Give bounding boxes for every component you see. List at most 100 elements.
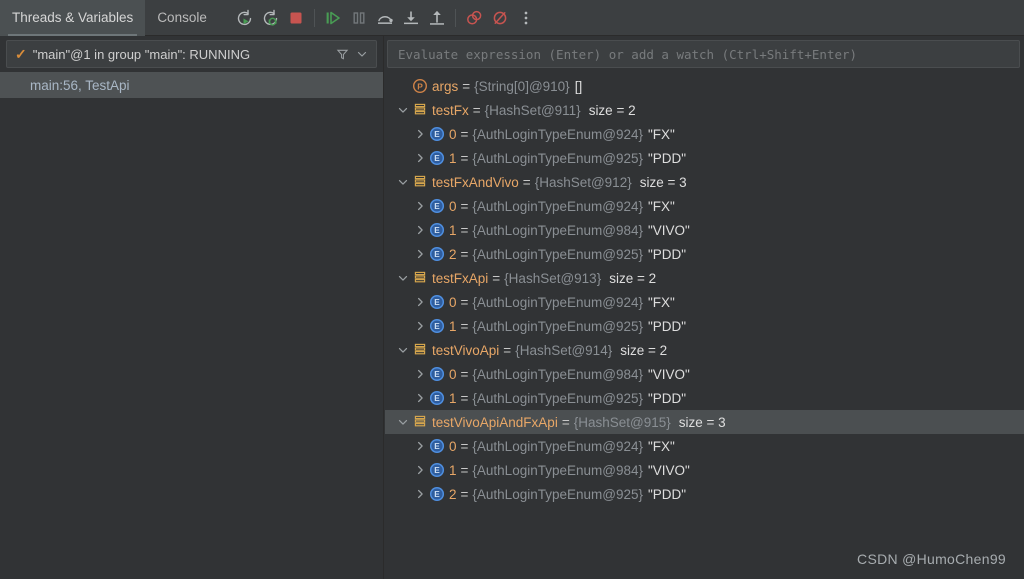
chevron-right-icon[interactable] [412,242,428,266]
enum-icon: E [428,242,446,266]
variable-row[interactable]: E 1 = {AuthLoginTypeEnum@984} "VIVO" [385,458,1024,482]
variable-type: {AuthLoginTypeEnum@984} [472,462,643,478]
chevron-right-icon[interactable] [412,194,428,218]
variable-value: "FX" [648,198,675,214]
step-into-icon[interactable] [398,5,424,31]
chevron-down-icon[interactable] [395,410,411,434]
variable-row[interactable]: testVivoApi = {HashSet@914} size = 2 [385,338,1024,362]
variable-name: 1 [449,390,457,406]
equals-sign: = [460,366,469,382]
parameter-icon: P [411,74,429,98]
variable-type: {AuthLoginTypeEnum@924} [472,294,643,310]
variable-row[interactable]: E 2 = {AuthLoginTypeEnum@925} "PDD" [385,482,1024,506]
variable-text: 0 = {AuthLoginTypeEnum@924} "FX" [449,127,675,142]
variable-row[interactable]: E 0 = {AuthLoginTypeEnum@984} "VIVO" [385,362,1024,386]
enum-icon: E [428,362,446,386]
stack-frames-list[interactable]: main:56, TestApi [0,72,383,98]
variable-name: testFxAndVivo [432,174,519,190]
watermark: CSDN @HumoChen99 [857,551,1006,567]
variable-row[interactable]: E 0 = {AuthLoginTypeEnum@924} "FX" [385,290,1024,314]
stop-icon[interactable] [283,5,309,31]
tab-console[interactable]: Console [145,0,219,36]
variable-row[interactable]: E 0 = {AuthLoginTypeEnum@924} "FX" [385,434,1024,458]
resume-program-icon[interactable] [320,5,346,31]
chevron-right-icon[interactable] [412,434,428,458]
evaluate-expression-field[interactable]: Evaluate expression (Enter) or add a wat… [387,40,1020,68]
chevron-right-icon[interactable] [412,386,428,410]
more-options-icon[interactable] [513,5,539,31]
variable-row[interactable]: testFx = {HashSet@911} size = 2 [385,98,1024,122]
chevron-right-icon[interactable] [412,482,428,506]
variable-type: {AuthLoginTypeEnum@925} [472,486,643,502]
variable-row[interactable]: E 0 = {AuthLoginTypeEnum@924} "FX" [385,194,1024,218]
chevron-right-icon[interactable] [412,458,428,482]
variables-tree[interactable]: Pargs = {String[0]@910}[] testFx = {HashSet@9… [385,74,1024,506]
equals-sign: = [522,174,531,190]
svg-text:E: E [434,202,440,211]
variable-row[interactable]: E 1 = {AuthLoginTypeEnum@925} "PDD" [385,386,1024,410]
equals-sign: = [460,486,469,502]
rerun-debug-icon[interactable] [257,5,283,31]
variable-text: 0 = {AuthLoginTypeEnum@924} "FX" [449,439,675,454]
variable-text: 1 = {AuthLoginTypeEnum@984} "VIVO" [449,223,690,238]
chevron-right-icon[interactable] [412,122,428,146]
variable-row[interactable]: Pargs = {String[0]@910}[] [385,74,1024,98]
stack-frame-row[interactable]: main:56, TestApi [0,72,383,98]
chevron-down-icon[interactable] [395,338,411,362]
equals-sign: = [460,318,469,334]
chevron-down-icon[interactable] [395,98,411,122]
variable-type: {AuthLoginTypeEnum@925} [472,150,643,166]
thread-selector[interactable]: ✓ "main"@1 in group "main": RUNNING [6,40,377,68]
chevron-right-icon[interactable] [412,314,428,338]
chevron-right-icon[interactable] [412,362,428,386]
svg-text:E: E [434,394,440,403]
chevron-down-icon[interactable] [395,170,411,194]
variable-type: {AuthLoginTypeEnum@924} [472,198,643,214]
filter-icon[interactable] [332,43,352,65]
chevron-right-icon[interactable] [412,146,428,170]
enum-icon: E [428,386,446,410]
variables-panel: Evaluate expression (Enter) or add a wat… [385,36,1024,579]
chevron-down-icon[interactable] [352,43,372,65]
variable-row[interactable]: E 1 = {AuthLoginTypeEnum@925} "PDD" [385,314,1024,338]
svg-text:E: E [434,370,440,379]
variable-row[interactable]: E 2 = {AuthLoginTypeEnum@925} "PDD" [385,242,1024,266]
variable-name: 0 [449,366,457,382]
pause-program-icon[interactable] [346,5,372,31]
variable-row[interactable]: testVivoApiAndFxApi = {HashSet@915} size = … [385,410,1024,434]
variable-value: "FX" [648,294,675,310]
variable-row[interactable]: E 0 = {AuthLoginTypeEnum@924} "FX" [385,122,1024,146]
step-over-icon[interactable] [372,5,398,31]
variable-row[interactable]: E 1 = {AuthLoginTypeEnum@925} "PDD" [385,146,1024,170]
variable-type: {AuthLoginTypeEnum@924} [472,126,643,142]
chevron-right-icon[interactable] [412,218,428,242]
variable-name: 2 [449,246,457,262]
variable-type: {HashSet@912} [534,174,632,190]
variable-name: 1 [449,462,457,478]
variable-row[interactable]: testFxAndVivo = {HashSet@912} size = 3 [385,170,1024,194]
variable-row[interactable]: testFxApi = {HashSet@913} size = 2 [385,266,1024,290]
collection-icon [411,98,429,122]
view-breakpoints-icon[interactable] [487,5,513,31]
tab-threads-variables[interactable]: Threads & Variables [0,0,146,36]
variable-type: {HashSet@913} [504,270,602,286]
variable-name: 1 [449,150,457,166]
variable-row[interactable]: E 1 = {AuthLoginTypeEnum@984} "VIVO" [385,218,1024,242]
variable-value: "PDD" [648,390,687,406]
enum-icon: E [428,218,446,242]
equals-sign: = [460,222,469,238]
tab-label: Threads & Variables [12,10,134,25]
variable-text: 1 = {AuthLoginTypeEnum@925} "PDD" [449,151,686,166]
enum-icon: E [428,314,446,338]
variable-text: 2 = {AuthLoginTypeEnum@925} "PDD" [449,247,686,262]
variable-type: {AuthLoginTypeEnum@984} [472,366,643,382]
step-out-icon[interactable] [424,5,450,31]
rerun-icon[interactable] [231,5,257,31]
chevron-right-icon[interactable] [412,290,428,314]
variable-name: testFx [432,102,469,118]
mute-breakpoints-icon[interactable] [461,5,487,31]
stack-frame-label: main:56, TestApi [30,77,130,93]
chevron-down-icon[interactable] [395,266,411,290]
variable-type: {AuthLoginTypeEnum@924} [472,438,643,454]
variable-text: testFxApi = {HashSet@913} size = 2 [432,271,656,286]
